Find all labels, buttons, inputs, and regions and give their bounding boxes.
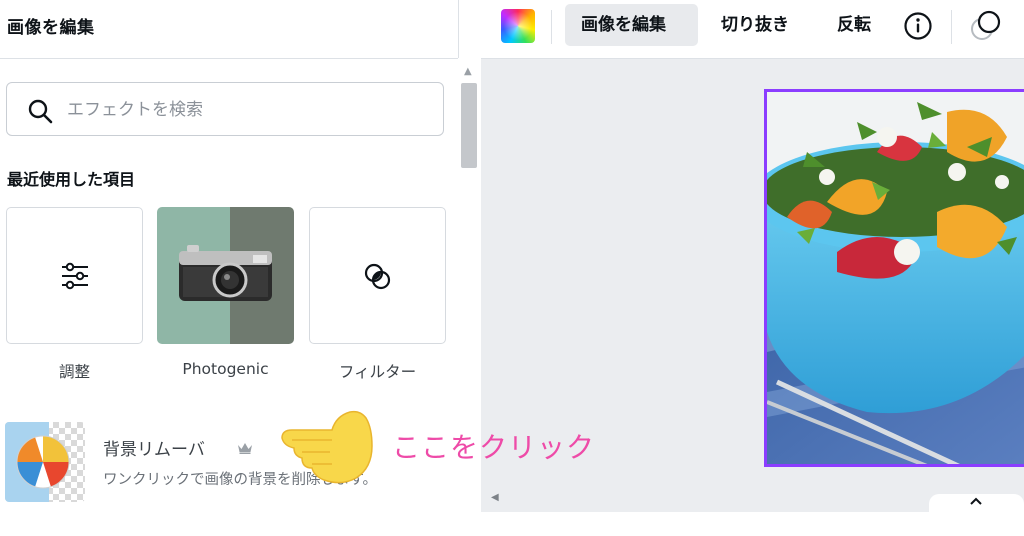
edit-image-button[interactable]: 画像を編集 — [565, 4, 698, 46]
toolbar-divider — [951, 10, 952, 44]
pointing-hand-icon — [281, 410, 373, 484]
recent-item-adjust[interactable] — [6, 207, 143, 344]
recent-item-label: Photogenic — [182, 360, 269, 378]
filter-circles-icon — [364, 263, 391, 290]
transparency-icon[interactable] — [969, 9, 1003, 43]
scroll-up-arrow-icon[interactable]: ▲ — [464, 66, 472, 77]
salad-bowl-photo[interactable] — [764, 89, 1024, 467]
panel-header: 画像を編集 — [0, 0, 458, 59]
chevron-up-icon — [970, 497, 982, 505]
recent-item-label: 調整 — [58, 363, 90, 381]
search-input[interactable] — [65, 94, 429, 126]
recent-item-label: フィルター — [338, 363, 417, 381]
background-remover-item[interactable]: 背景リムーバ ワンクリックで画像の背景を削除します。 — [5, 422, 455, 504]
recent-item-filter[interactable] — [309, 207, 446, 344]
scroll-left-arrow-icon[interactable]: ◀ — [491, 492, 499, 503]
search-icon — [28, 99, 53, 124]
color-picker-icon[interactable] — [501, 9, 535, 43]
recent-section-title: 最近使用した項目 — [7, 170, 136, 189]
camera-photo-thumbnail — [157, 207, 294, 344]
toolbar-divider — [551, 10, 552, 44]
expand-pages-tab[interactable] — [929, 494, 1024, 518]
search-box[interactable] — [6, 82, 444, 136]
sliders-icon — [62, 262, 88, 290]
panel-title: 画像を編集 — [7, 18, 95, 38]
annotation-click-here: ここをクリック — [392, 431, 596, 464]
scrollbar-thumb[interactable] — [461, 83, 477, 168]
info-icon[interactable] — [903, 11, 933, 41]
bottom-bar — [481, 494, 1024, 536]
background-remover-name: 背景リムーバ — [103, 440, 205, 460]
beach-ball-thumbnail — [5, 422, 85, 502]
flip-button[interactable]: 反転 — [821, 4, 887, 46]
top-toolbar: 画像を編集 切り抜き 反転 — [481, 0, 1024, 59]
crown-icon — [238, 443, 252, 454]
crop-button[interactable]: 切り抜き — [705, 4, 805, 46]
edit-image-panel: 画像を編集 最近使用した項目 — [0, 0, 459, 536]
recent-item-photogenic[interactable] — [157, 207, 294, 344]
